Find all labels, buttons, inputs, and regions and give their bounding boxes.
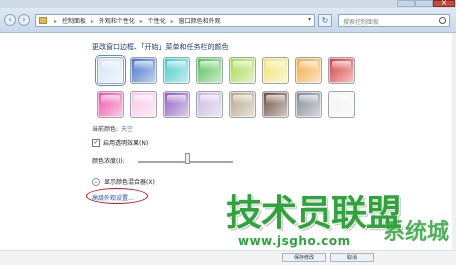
swatch-gloss [200, 95, 219, 104]
color-swatch-frost[interactable] [328, 91, 355, 118]
current-color-value: 天空 [121, 126, 134, 133]
current-color-label: 当前颜色: 天空 [92, 124, 133, 133]
color-swatch-ruby[interactable] [328, 57, 355, 84]
swatch-gloss [233, 61, 252, 70]
color-swatch-leaf[interactable] [196, 57, 223, 84]
color-mixer-label: 显示颜色混合器(X) [104, 179, 155, 186]
color-swatch-violet[interactable] [163, 91, 190, 118]
search-placeholder: 搜索控制面板 [343, 19, 380, 26]
title-bar: × [0, 0, 456, 8]
color-swatch-blush[interactable] [130, 91, 157, 118]
chevron-right-icon: ▸ [90, 18, 94, 25]
forward-button[interactable]: › [18, 14, 30, 26]
transparency-option[interactable]: ✓ 启用透明效果(N) [92, 138, 148, 148]
swatch-gloss [266, 95, 285, 104]
transparency-label: 启用透明效果(N) [103, 140, 149, 147]
window: × ‹ › ▸ 控制面板 ▸ 外观和个性化 ▸ 个性化 ▸ 窗口颜色和外观 ▾ … [0, 0, 456, 265]
color-swatch-sky[interactable] [95, 55, 126, 86]
page-title: 更改窗口边框、「开始」菜单和任务栏的颜色 [92, 43, 229, 51]
color-mixer-toggle[interactable]: ⌄ 显示颜色混合器(X) [92, 177, 155, 187]
swatch-gloss [299, 61, 318, 70]
chevron-down-icon[interactable]: ⌄ [92, 177, 100, 186]
watermark-suffix: 系统城 [383, 220, 450, 245]
search-icon [439, 17, 446, 24]
breadcrumb: ▸ 控制面板 ▸ 外观和个性化 ▸ 个性化 ▸ 窗口颜色和外观 [51, 16, 221, 25]
back-button[interactable]: ‹ [4, 14, 16, 26]
address-bar: ‹ › ▸ 控制面板 ▸ 外观和个性化 ▸ 个性化 ▸ 窗口颜色和外观 ▾ ↻ … [0, 8, 456, 33]
breadcrumb-item-window-color[interactable]: 窗口颜色和外观 [179, 18, 221, 25]
color-swatch-slate[interactable] [295, 91, 322, 118]
transparency-checkbox[interactable]: ✓ [92, 138, 100, 147]
swatch-gloss [167, 95, 186, 104]
breadcrumb-item-personalization[interactable]: 个性化 [148, 18, 166, 25]
chevron-down-icon[interactable]: ▾ [308, 16, 311, 23]
close-button[interactable]: × [433, 0, 455, 7]
scrollbar[interactable] [452, 33, 456, 250]
swatch-gloss [233, 95, 252, 104]
minimize-button[interactable] [397, 0, 415, 7]
color-swatch-lime[interactable] [229, 57, 256, 84]
color-swatch-lavender[interactable] [196, 91, 223, 118]
breadcrumb-item-appearance[interactable]: 外观和个性化 [99, 18, 135, 25]
color-intensity-slider-thumb[interactable] [185, 153, 190, 164]
color-swatch-twilight[interactable] [130, 57, 157, 84]
highlight-circle [86, 188, 148, 204]
swatch-gloss [266, 61, 285, 70]
swatch-gloss [332, 61, 351, 70]
folder-icon [39, 17, 47, 24]
swatch-gloss [200, 61, 219, 70]
close-icon: × [440, 0, 448, 7]
address-field[interactable]: ▸ 控制面板 ▸ 外观和个性化 ▸ 个性化 ▸ 窗口颜色和外观 ▾ [35, 14, 315, 27]
swatch-gloss [332, 95, 351, 104]
refresh-button[interactable]: ↻ [318, 14, 332, 27]
swatch-gloss [134, 61, 153, 70]
chevron-right-icon: ▸ [54, 18, 58, 25]
color-swatch-chocolate[interactable] [262, 91, 289, 118]
cancel-button[interactable]: 取消 [330, 253, 374, 262]
search-input[interactable]: 搜索控制面板 [338, 14, 450, 27]
watermark-url: www.jsgho.com [238, 234, 351, 248]
color-swatch-pumpkin[interactable] [295, 57, 322, 84]
color-swatch-taupe[interactable] [229, 91, 256, 118]
swatch-gloss [167, 61, 186, 70]
swatch-gloss [101, 61, 120, 70]
color-swatch-sea[interactable] [163, 57, 190, 84]
color-swatch-lemon[interactable] [262, 57, 289, 84]
swatch-gloss [134, 95, 153, 104]
swatch-gloss [101, 95, 120, 104]
current-color-caption: 当前颜色: [92, 126, 119, 133]
maximize-button[interactable] [415, 0, 433, 7]
swatch-gloss [299, 95, 318, 104]
chevron-right-icon: ▸ [170, 18, 174, 25]
breadcrumb-item-control-panel[interactable]: 控制面板 [62, 18, 86, 25]
chevron-right-icon: ▸ [139, 18, 143, 25]
button-bar: 保存修改 取消 [0, 250, 456, 265]
save-button[interactable]: 保存修改 [282, 253, 326, 262]
color-intensity-label: 颜色浓度(I): [92, 158, 125, 165]
watermark-brand: 技术员联盟 [226, 193, 402, 234]
color-swatch-fuchsia[interactable] [97, 91, 124, 118]
